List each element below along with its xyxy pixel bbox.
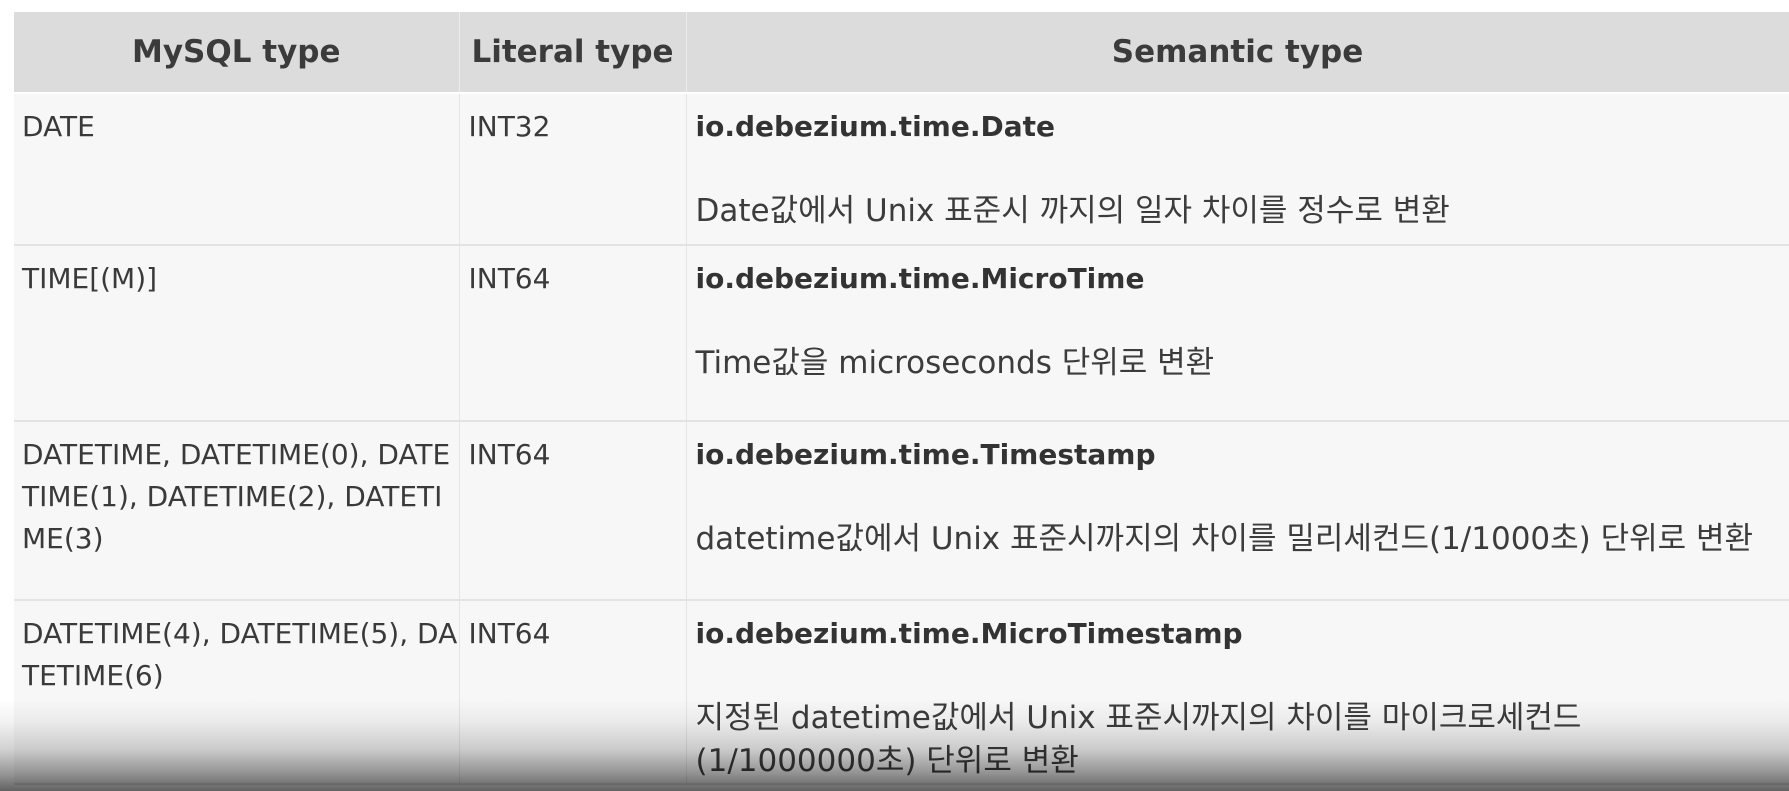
semantic-type-description: datetime값에서 Unix 표준시까지의 차이를 밀리세컨드(1/1000… [695,521,1754,557]
table-row: TIME[(M)] INT64 io.debezium.time.MicroTi… [14,245,1789,422]
semantic-type-description: Date값에서 Unix 표준시 까지의 일자 차이를 정수로 변환 [695,193,1450,229]
semantic-type-description: 지정된 datetime값에서 Unix 표준시까지의 차이를 마이크로세컨드(… [695,700,1582,779]
cell-mysql-type: DATETIME, DATETIME(0), DATETIME(1), DATE… [14,421,460,601]
cell-semantic-type: io.debezium.time.MicroTimestamp 지정된 date… [686,600,1789,785]
header-literal-type: Literal type [459,12,687,94]
cell-literal-type: INT64 [459,600,687,785]
table-row: DATETIME(4), DATETIME(5), DATETIME(6) IN… [14,600,1789,785]
table-body: DATE INT32 io.debezium.time.Date Date값에서… [14,93,1789,785]
type-mapping-table: MySQL type Literal type Semantic type DA… [14,12,1789,785]
type-mapping-table-frame: MySQL type Literal type Semantic type DA… [14,12,1789,791]
cell-mysql-type: DATE [14,93,460,246]
cell-literal-type: INT32 [459,93,687,246]
table-row: DATETIME, DATETIME(0), DATETIME(1), DATE… [14,421,1789,601]
table-header: MySQL type Literal type Semantic type [14,12,1789,94]
header-mysql-type: MySQL type [14,12,460,94]
cell-semantic-type: io.debezium.time.Date Date값에서 Unix 표준시 까… [686,93,1789,246]
semantic-type-description: Time값을 microseconds 단위로 변환 [695,345,1215,381]
semantic-type-name: io.debezium.time.Timestamp [695,438,1156,471]
semantic-type-name: io.debezium.time.Date [695,110,1055,143]
cell-semantic-type: io.debezium.time.MicroTime Time값을 micros… [686,245,1789,422]
cell-mysql-type: TIME[(M)] [14,245,460,422]
semantic-type-name: io.debezium.time.MicroTimestamp [695,617,1243,650]
cell-semantic-type: io.debezium.time.Timestamp datetime값에서 U… [686,421,1789,601]
header-row: MySQL type Literal type Semantic type [14,12,1789,94]
header-semantic-type: Semantic type [686,12,1789,94]
cell-mysql-type: DATETIME(4), DATETIME(5), DATETIME(6) [14,600,460,785]
semantic-type-name: io.debezium.time.MicroTime [695,262,1145,295]
table-row: DATE INT32 io.debezium.time.Date Date값에서… [14,93,1789,246]
cell-literal-type: INT64 [459,421,687,601]
cell-literal-type: INT64 [459,245,687,422]
